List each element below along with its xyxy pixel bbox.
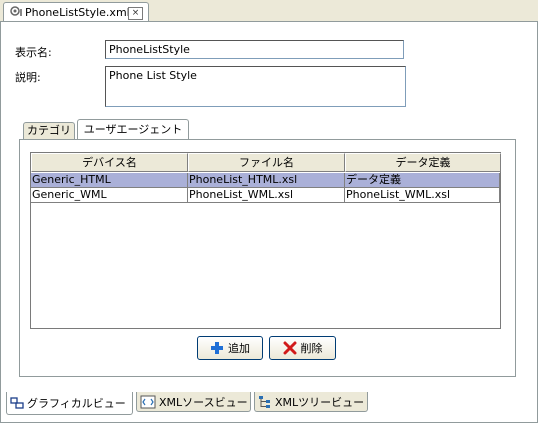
plus-icon [211, 342, 223, 354]
table-row[interactable]: Generic_WML PhoneList_WML.xsl PhoneList_… [31, 188, 500, 203]
column-header-data[interactable]: データ定義 [345, 153, 501, 172]
tab-user-agent[interactable]: ユーザエージェント [77, 119, 189, 140]
delete-button[interactable]: 削除 [269, 336, 336, 360]
display-name-label: 表示名: [15, 46, 52, 59]
cell-file: PhoneList_WML.xsl [188, 188, 345, 203]
cell-device: Generic_HTML [31, 173, 188, 188]
table-row[interactable]: Generic_HTML PhoneList_HTML.xsl データ定義 [31, 173, 500, 188]
tab-category[interactable]: カテゴリ [23, 122, 75, 140]
xml-source-icon [140, 395, 156, 408]
add-button-label: 追加 [228, 342, 250, 355]
description-field[interactable]: Phone List Style [105, 66, 406, 107]
editor-tab[interactable]: PhoneListStyle.xml* × [3, 2, 149, 21]
column-header-file[interactable]: ファイル名 [188, 153, 345, 172]
cell-file: PhoneList_HTML.xsl [188, 173, 345, 188]
tab-xml-source-view[interactable]: XMLソースビュー [136, 392, 251, 412]
display-name-field[interactable]: PhoneListStyle [105, 40, 404, 59]
gear-file-icon [10, 6, 22, 16]
tab-xml-tree-view[interactable]: XMLツリービュー [254, 392, 368, 412]
graphical-view-icon [10, 397, 24, 409]
column-header-device[interactable]: デバイス名 [31, 153, 188, 172]
delete-x-icon [283, 341, 296, 355]
tab-graphical-view[interactable]: グラフィカルビュー [6, 392, 133, 415]
cell-data: データ定義 [345, 173, 500, 188]
tab-xml-tree-label: XMLツリービュー [275, 395, 365, 409]
close-icon[interactable]: × [128, 7, 143, 20]
description-label: 説明: [15, 71, 41, 84]
xml-tree-icon [259, 395, 270, 408]
cell-device: Generic_WML [31, 188, 188, 203]
cell-data: PhoneList_WML.xsl [345, 188, 500, 203]
add-button[interactable]: 追加 [197, 336, 263, 360]
delete-button-label: 削除 [300, 342, 323, 355]
user-agent-table: デバイス名 ファイル名 データ定義 Generic_HTML PhoneList… [30, 152, 501, 329]
tab-graphical-view-label: グラフィカルビュー [27, 397, 126, 410]
tab-xml-source-label: XMLソースビュー [159, 395, 248, 409]
editor-tab-title: PhoneListStyle.xml* [25, 6, 136, 19]
